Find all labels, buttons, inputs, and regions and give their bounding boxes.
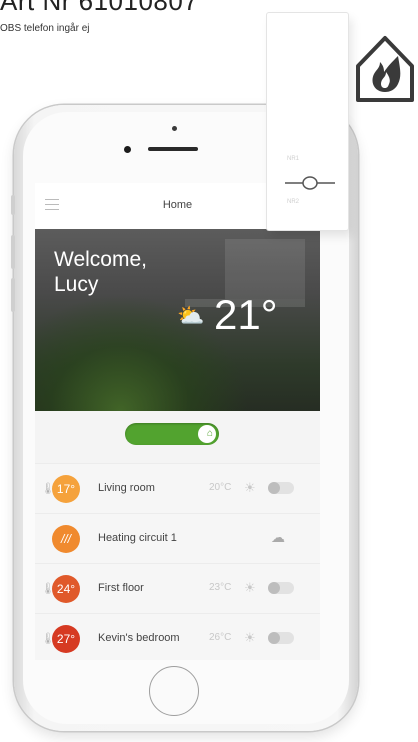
temperature-badge: 27° <box>52 625 80 653</box>
house-flame-icon <box>356 36 414 102</box>
room-switch[interactable] <box>268 582 294 594</box>
temperature-badge: 17° <box>52 475 80 503</box>
cloud-icon[interactable]: ☁ <box>271 529 285 546</box>
room-row-first-floor[interactable]: 🌡 24° First floor 23°C ☀ <box>35 563 320 614</box>
article-number-title: Art Nr 61010807 <box>0 0 199 16</box>
heating-icon: /// <box>52 525 80 553</box>
house-icon: ⌂ <box>206 428 213 439</box>
phone-camera <box>124 146 131 153</box>
room-switch[interactable] <box>268 632 294 644</box>
welcome-user-name: Lucy <box>54 273 99 296</box>
sun-icon: ☀ <box>244 480 256 495</box>
phone-speaker <box>148 147 198 151</box>
room-row-heating-circuit[interactable]: /// Heating circuit 1 ☁ <box>35 513 320 564</box>
outside-temperature: 21° <box>214 291 278 338</box>
partly-cloudy-icon: ⛅ <box>177 303 205 328</box>
room-label: Living room <box>98 482 155 494</box>
phone-volume-up <box>11 235 15 269</box>
device-label-bottom: NR2 <box>287 199 300 205</box>
welcome-greeting: Welcome, <box>54 248 147 271</box>
app-screen: Home Welcome, Lucy ⛅ 21° ⌂ 🌡 17° Living … <box>35 183 320 660</box>
phone-home-button[interactable] <box>149 666 199 716</box>
phone-mute-switch <box>11 195 15 215</box>
phone-sensor <box>172 126 177 131</box>
setpoint-value: 26°C <box>209 632 232 643</box>
home-mode-toggle[interactable]: ⌂ <box>125 423 219 445</box>
sun-icon: ☀ <box>244 580 256 595</box>
room-label: First floor <box>98 582 144 594</box>
room-switch[interactable] <box>268 482 294 494</box>
temperature-badge: 24° <box>52 575 80 603</box>
device-label-top: NR1 <box>287 156 300 162</box>
room-row-kevins-bedroom[interactable]: 🌡 27° Kevin's bedroom 26°C ☀ <box>35 613 320 660</box>
room-label: Heating circuit 1 <box>98 532 177 544</box>
room-row-living-room[interactable]: 🌡 17° Living room 20°C ☀ <box>35 463 320 514</box>
sun-icon: ☀ <box>244 630 256 645</box>
antenna-symbol-icon <box>285 172 335 200</box>
article-note: OBS telefon ingår ej <box>0 23 90 34</box>
room-label: Kevin's bedroom <box>98 632 180 644</box>
setpoint-value: 23°C <box>209 582 232 593</box>
hero-background-window <box>225 239 305 299</box>
welcome-text: Welcome, Lucy <box>54 247 147 297</box>
setpoint-value: 20°C <box>209 482 232 493</box>
phone-volume-down <box>11 278 15 312</box>
